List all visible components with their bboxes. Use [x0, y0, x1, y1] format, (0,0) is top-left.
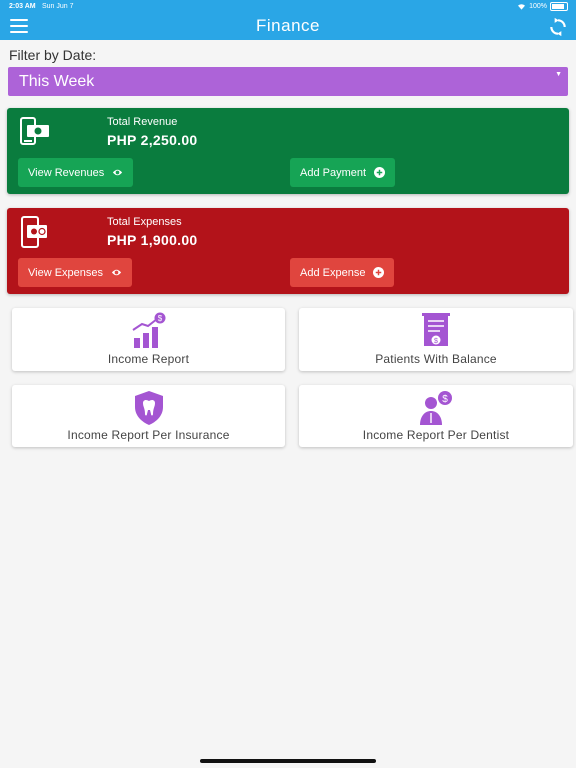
battery-icon [550, 2, 568, 11]
phone-payment-icon [21, 216, 47, 248]
plus-circle-icon [374, 167, 386, 178]
battery-percent: 100% [529, 3, 547, 10]
home-indicator [200, 759, 376, 763]
patients-with-balance-label: Patients With Balance [375, 352, 497, 366]
dentist-money-icon: $ [420, 391, 452, 425]
total-expenses-label: Total Expenses [107, 216, 182, 228]
revenue-card: Total Revenue PHP 2,250.00 View Revenues… [7, 108, 569, 194]
status-time: 2:03 AM [9, 3, 36, 10]
date-filter-value: This Week [19, 73, 95, 90]
view-revenues-label: View Revenues [28, 166, 105, 179]
income-report-tile[interactable]: $ Income Report [12, 308, 285, 371]
svg-text:$: $ [434, 338, 438, 345]
app-header: 2:03 AM Sun Jun 7 100% Finance [0, 0, 576, 40]
svg-text:$: $ [157, 314, 162, 323]
view-expenses-label: View Expenses [28, 266, 104, 279]
income-report-per-dentist-tile[interactable]: $ Income Report Per Dentist [299, 385, 573, 447]
add-payment-button[interactable]: Add Payment [290, 158, 396, 187]
view-expenses-button[interactable]: View Expenses [18, 258, 133, 287]
eye-icon [113, 169, 123, 176]
svg-text:$: $ [442, 394, 448, 405]
view-revenues-button[interactable]: View Revenues [18, 158, 134, 187]
money-wallet-icon [20, 117, 49, 145]
status-date: Sun Jun 7 [42, 3, 74, 10]
date-filter-select[interactable]: This Week ▼ [8, 67, 568, 96]
income-report-per-insurance-tile[interactable]: Income Report Per Insurance [12, 385, 285, 447]
filter-label: Filter by Date: [9, 47, 97, 63]
patients-with-balance-tile[interactable]: $ Patients With Balance [299, 308, 573, 371]
total-expenses-amount: PHP 1,900.00 [107, 232, 198, 248]
chart-growth-icon: $ [131, 312, 165, 348]
wifi-icon [518, 4, 526, 10]
income-report-per-insurance-label: Income Report Per Insurance [67, 428, 230, 442]
income-report-per-dentist-label: Income Report Per Dentist [362, 428, 510, 442]
expenses-card: Total Expenses PHP 1,900.00 View Expense… [7, 208, 569, 294]
total-revenue-label: Total Revenue [107, 116, 178, 128]
refresh-icon[interactable] [548, 17, 568, 37]
income-report-label: Income Report [107, 352, 190, 366]
status-indicators: 100% [517, 2, 568, 11]
add-payment-label: Add Payment [300, 166, 367, 179]
add-expense-button[interactable]: Add Expense [290, 258, 395, 287]
eye-icon [111, 269, 122, 276]
tooth-shield-icon [134, 391, 163, 425]
total-revenue-amount: PHP 2,250.00 [107, 132, 198, 148]
add-expense-label: Add Expense [300, 266, 366, 279]
invoice-icon: $ [422, 313, 450, 346]
chevron-down-icon: ▼ [555, 71, 562, 78]
page-title: Finance [256, 16, 320, 35]
plus-circle-icon [373, 267, 385, 278]
